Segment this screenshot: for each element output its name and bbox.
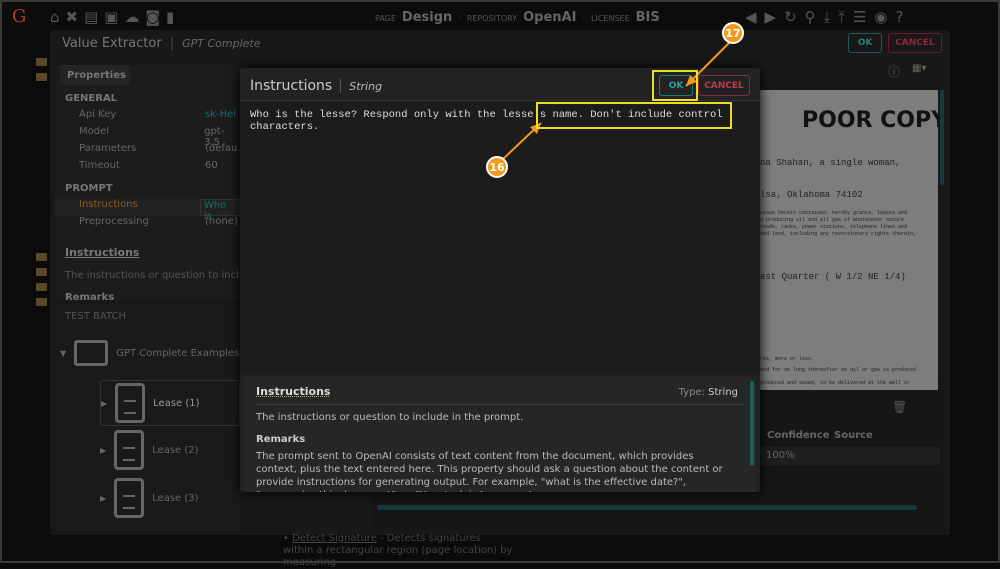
- highlight-added-text: [536, 102, 732, 129]
- annotation-marker: 17: [722, 22, 744, 44]
- highlight-ok: [652, 70, 698, 101]
- annotation-marker: 16: [486, 156, 508, 178]
- annotation-arrows: [501, 41, 731, 161]
